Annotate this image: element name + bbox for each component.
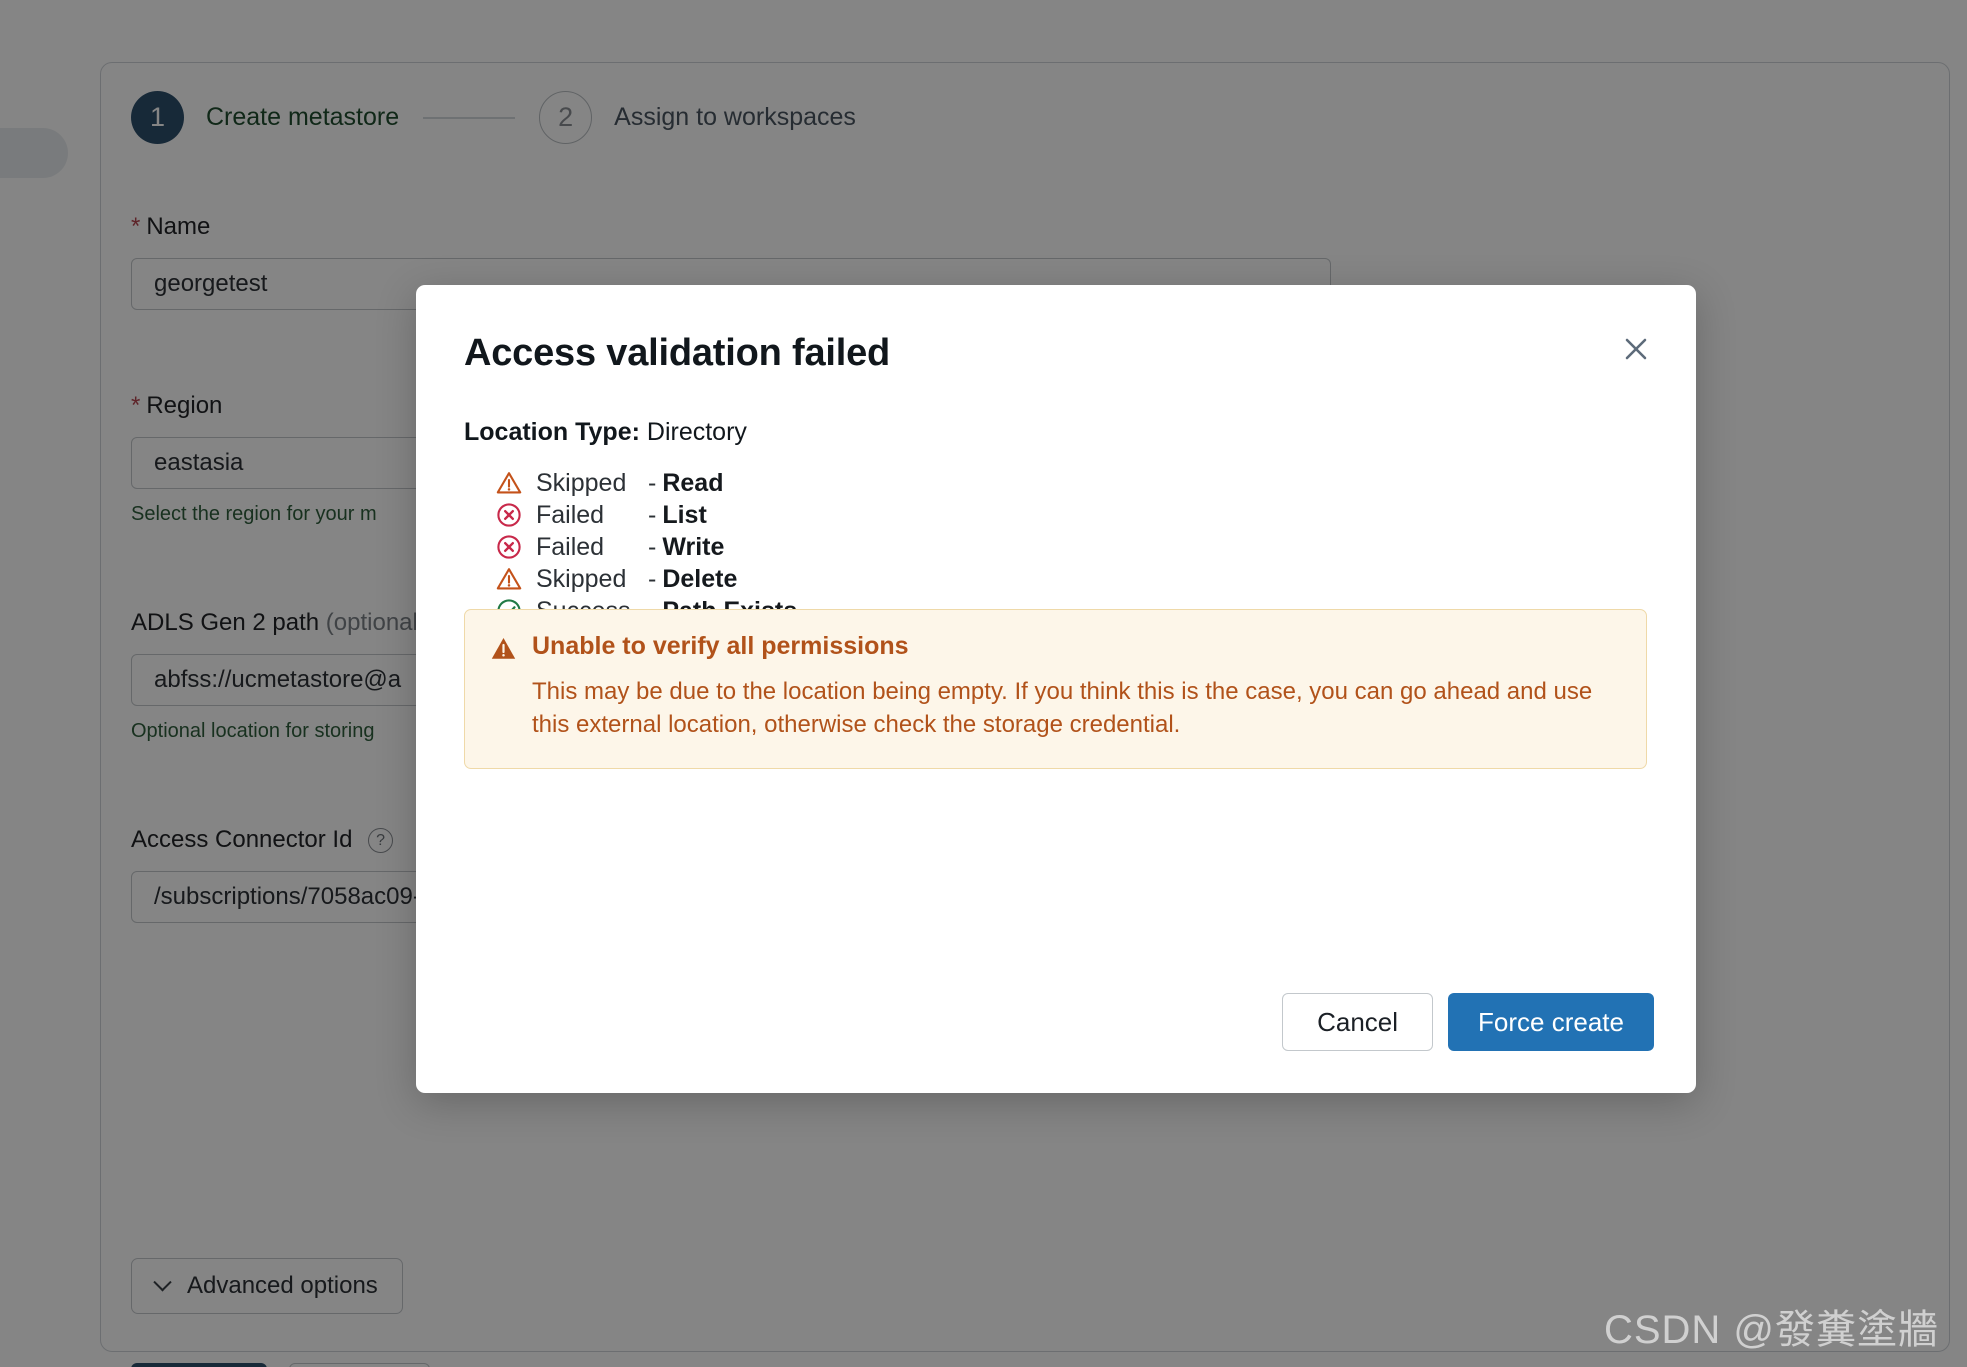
check-name: - List — [648, 501, 707, 530]
warning-banner-header: Unable to verify all permissions — [491, 632, 1620, 661]
check-name-text: Delete — [662, 564, 738, 593]
dialog-title: Access validation failed — [464, 332, 891, 374]
force-create-button[interactable]: Force create — [1448, 993, 1654, 1051]
check-row: Skipped - Delete — [496, 563, 1056, 595]
check-row: Failed - Write — [496, 531, 1056, 563]
check-name: - Delete — [648, 565, 737, 594]
warning-triangle-icon — [496, 472, 522, 494]
location-type-value: Directory — [646, 418, 747, 446]
check-name-text: Read — [662, 468, 724, 497]
location-type-row: Location Type: Directory — [464, 418, 747, 447]
check-name-text: List — [662, 500, 707, 529]
warning-banner-title: Unable to verify all permissions — [532, 632, 909, 660]
screen: 1 Create metastore 2 Assign to workspace… — [0, 0, 1967, 1367]
check-name: - Read — [648, 469, 723, 498]
check-status: Failed — [536, 500, 605, 529]
access-validation-failed-dialog: Access validation failed Location Type: … — [416, 285, 1696, 1093]
check-status: Skipped — [536, 468, 627, 497]
csdn-watermark: CSDN @發糞塗牆 — [1603, 1308, 1939, 1352]
error-circle-icon — [497, 535, 521, 559]
warning-banner: Unable to verify all permissions This ma… — [464, 609, 1647, 769]
warning-banner-body: This may be due to the location being em… — [532, 678, 1593, 738]
cancel-button[interactable]: Cancel — [1282, 993, 1434, 1051]
location-type-label: Location Type: — [464, 418, 640, 446]
check-status: Failed — [536, 532, 605, 561]
warning-triangle-icon — [496, 568, 522, 590]
check-name: - Write — [648, 533, 724, 562]
check-dash: - — [648, 500, 657, 529]
check-dash: - — [648, 564, 657, 593]
check-dash: - — [648, 468, 657, 497]
error-circle-icon — [497, 503, 521, 527]
check-status: Skipped — [536, 564, 627, 593]
check-row: Skipped - Read — [496, 467, 1056, 499]
check-name-text: Write — [662, 532, 725, 561]
check-row: Failed - List — [496, 499, 1056, 531]
dialog-actions: Cancel Force create — [1282, 993, 1654, 1051]
close-icon[interactable] — [1614, 327, 1658, 371]
warning-triangle-filled-icon — [491, 638, 516, 659]
check-dash: - — [648, 532, 657, 561]
